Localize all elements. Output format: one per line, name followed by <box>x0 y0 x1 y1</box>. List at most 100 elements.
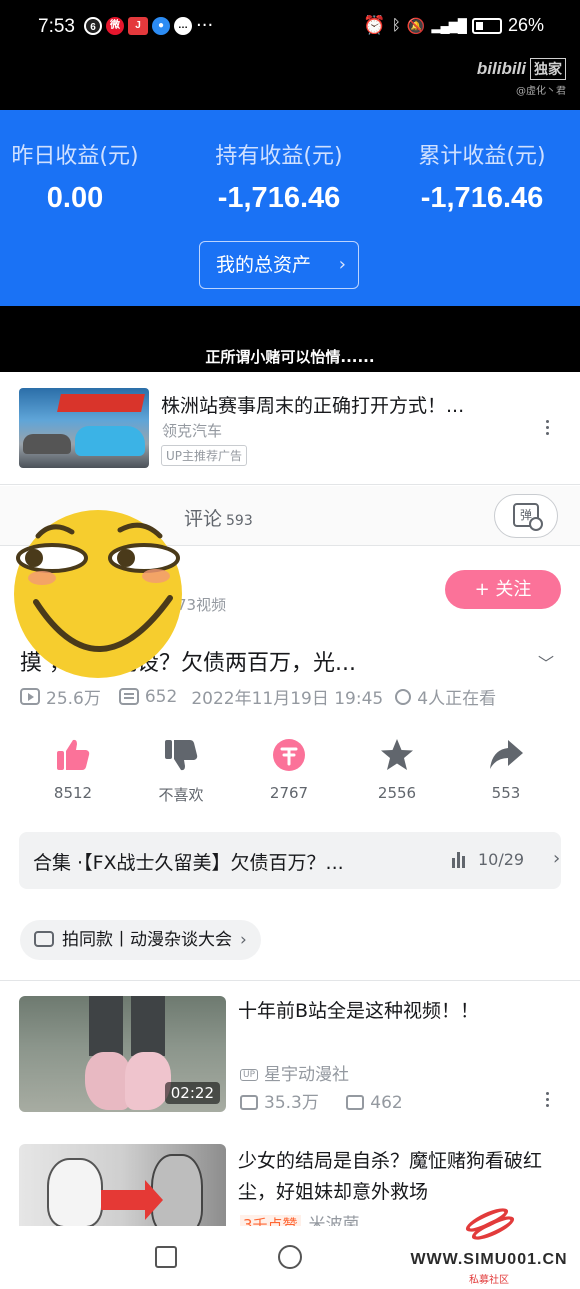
divider <box>0 980 580 981</box>
shop-icon: J <box>128 17 148 35</box>
collection-title: 合集 ·【FX战士久留美】欠债百万？... <box>33 852 344 874</box>
camera-icon <box>34 931 54 947</box>
ad-brand: 领克汽车 <box>162 422 223 440</box>
rec-author: 米波菌 <box>308 1215 360 1226</box>
site-name: 私募社区 <box>469 1275 509 1286</box>
favorite-count: 2556 <box>377 784 417 802</box>
disabled-icon <box>529 517 543 531</box>
danmaku-count: 652 <box>144 686 178 707</box>
people-watching-icon <box>395 688 412 705</box>
watching-count: 4人正在看 <box>417 689 497 709</box>
bilibili-logo: bilibili <box>476 59 526 78</box>
ad-thumbnail[interactable] <box>19 388 149 468</box>
recent-apps-button[interactable] <box>155 1246 177 1268</box>
battery-icon <box>471 17 502 34</box>
hot-badge: 3千点赞 <box>240 1215 301 1226</box>
rec-video-title[interactable]: 少女的结局是自杀？魔怔赌狗看破红尘，好姐妹却意外救场 <box>238 1146 558 1208</box>
sponsored-ad[interactable]: 株洲站赛事周末的正确打开方式！... 领克汽车 UP主推荐广告 <box>0 378 580 484</box>
collection-bar[interactable]: 合集 ·【FX战士久留美】欠债百万？... 10/29 › <box>19 832 561 889</box>
chevron-right-icon: › <box>338 254 346 275</box>
video-player[interactable]: 7:53 6 微 J ● … ··· ⏰ ᛒ 🔕 ▂▄▆█ 26% bilibi… <box>0 0 580 372</box>
collection-progress: 10/29 <box>478 850 525 869</box>
coin-icon <box>273 739 305 771</box>
follow-button[interactable]: + 关注 <box>445 570 561 609</box>
ad-tag: UP主推荐广告 <box>161 445 248 466</box>
more-notifications-icon: ··· <box>196 15 214 36</box>
exclusive-badge: 独家 <box>530 58 566 80</box>
fund-label: 累计收益(元) <box>418 144 546 169</box>
publish-date: 2022年11月19日 19:45 <box>191 689 384 709</box>
mute-icon: 🔕 <box>406 17 426 35</box>
fund-col-total: 累计收益(元) -1,716.46 <box>392 138 572 215</box>
playlist-icon <box>452 852 466 868</box>
app-notification-icon: 6 <box>84 17 102 35</box>
site-url: WWW.SIMU001.CN <box>410 1251 568 1268</box>
chevron-down-icon[interactable]: ﹀ <box>538 650 554 674</box>
fund-value: -1,716.46 <box>420 182 544 214</box>
view-count: 25.6万 <box>46 689 101 709</box>
dislike-label: 不喜欢 <box>158 786 204 804</box>
my-total-assets-button: 我的总资产 › <box>199 241 359 289</box>
rec-video-title[interactable]: 十年前B站全是这种视频！！ <box>238 996 558 1027</box>
status-bar: 7:53 6 微 J ● … ··· ⏰ ᛒ 🔕 ▂▄▆█ 26% <box>0 0 580 56</box>
fund-label: 持有收益(元) <box>215 144 343 169</box>
star-icon <box>381 739 413 770</box>
more-options-icon[interactable] <box>546 420 550 435</box>
tab-comments-label: 评论 <box>184 508 223 530</box>
rec-author: 星宇动漫社 <box>264 1065 350 1085</box>
coin-count: 2767 <box>269 784 309 802</box>
coin-button[interactable]: 2767 <box>249 738 329 802</box>
like-count: 8512 <box>53 784 93 802</box>
more-options-icon[interactable] <box>546 1092 550 1107</box>
chevron-right-icon: › <box>553 848 561 869</box>
comments-count: 593 <box>226 513 253 529</box>
assets-button-label: 我的总资产 <box>216 254 312 276</box>
dislike-button[interactable]: 不喜欢 <box>141 738 221 805</box>
play-count-icon <box>20 688 40 705</box>
divider <box>0 484 580 485</box>
rec-author-row: 3千点赞 米波菌 <box>240 1210 360 1226</box>
video-subtitle: 正所谓小赌可以怡情...... <box>205 348 375 366</box>
danmaku-count-icon <box>346 1095 365 1110</box>
emoji-sticker <box>14 510 182 678</box>
recommended-video[interactable]: 02:22 十年前B站全是这种视频！！ UP 星宇动漫社 35.3万 462 <box>0 996 580 1126</box>
share-icon <box>490 740 523 769</box>
fund-value: 0.00 <box>46 182 104 214</box>
home-button[interactable] <box>278 1245 302 1269</box>
play-count-icon <box>240 1095 258 1110</box>
up-badge-icon: UP <box>240 1069 259 1081</box>
weibo-icon: 微 <box>106 17 124 35</box>
rec-author-row: UP 星宇动漫社 <box>240 1060 349 1085</box>
chevron-right-icon: › <box>240 930 247 950</box>
share-button[interactable]: 553 <box>466 738 546 802</box>
like-button[interactable]: 8512 <box>33 738 113 802</box>
video-duration: 02:22 <box>164 1082 220 1104</box>
fund-col-yesterday: 昨日收益(元) 0.00 <box>0 138 165 215</box>
tab-comments[interactable]: 评论 593 <box>184 504 253 531</box>
rec-danmaku: 462 <box>370 1093 403 1113</box>
topic-label: 拍同款丨动漫杂谈大会 <box>62 930 232 950</box>
danmaku-count-icon <box>118 688 139 705</box>
alarm-icon: ⏰ <box>363 15 386 35</box>
fund-label: 昨日收益(元) <box>11 144 139 169</box>
site-watermark: WWW.SIMU001.CN 私募社区 <box>404 1203 574 1286</box>
fund-earnings-panel: 昨日收益(元) 0.00 持有收益(元) -1,716.46 累计收益(元) -… <box>0 110 580 306</box>
battery-percent: 26% <box>507 15 544 35</box>
danmaku-toggle-button[interactable]: 弹 <box>494 494 558 538</box>
thumbs-down-icon <box>165 740 198 771</box>
fund-value: -1,716.46 <box>217 182 341 214</box>
bluetooth-icon: ᛒ <box>391 17 401 34</box>
favorite-button[interactable]: 2556 <box>357 738 437 802</box>
video-thumbnail[interactable]: 02:22 <box>19 996 226 1112</box>
fund-col-holding: 持有收益(元) -1,716.46 <box>189 138 369 215</box>
share-count: 553 <box>491 784 521 802</box>
bilibili-watermark: bilibili 独家 @虚化丶君 <box>477 58 566 97</box>
thumbs-up-icon <box>57 739 90 770</box>
topic-pill[interactable]: 拍同款丨动漫杂谈大会 › <box>20 920 261 960</box>
rec-views: 35.3万 <box>264 1093 319 1113</box>
chat-icon: … <box>174 17 192 35</box>
ad-title[interactable]: 株洲站赛事周末的正确打开方式！... <box>161 391 464 418</box>
status-time: 7:53 <box>38 16 75 37</box>
signal-icon: ▂▄▆█ <box>431 17 467 33</box>
video-thumbnail[interactable] <box>19 1144 226 1226</box>
